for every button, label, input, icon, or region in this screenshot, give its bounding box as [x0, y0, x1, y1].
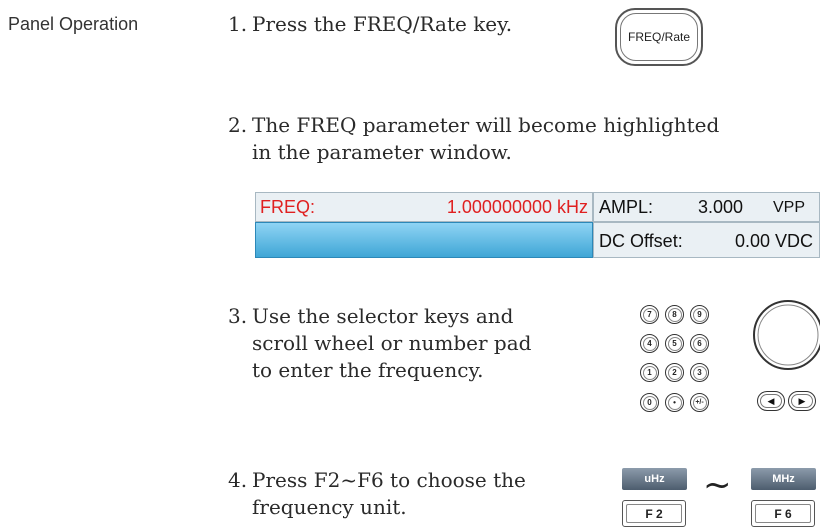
- step-number: 2.: [228, 113, 248, 137]
- f6-key[interactable]: F 6: [751, 500, 815, 527]
- step-4: 4. Press F2~F6 to choose the frequency un…: [228, 467, 526, 521]
- dc-offset-label: DC Offset:: [599, 231, 683, 251]
- ampl-value: 3.000: [698, 197, 744, 217]
- step-number: 3.: [228, 304, 248, 328]
- numpad-key-4[interactable]: 4: [640, 334, 659, 353]
- ampl-unit: VPP: [772, 199, 805, 216]
- numpad-key-0[interactable]: 0: [640, 393, 659, 412]
- number-pad: 7 8 9 4 5 6 1 2 3 0 • +/-: [640, 305, 710, 433]
- scroll-wheel[interactable]: [752, 299, 820, 371]
- f6-key-label: F 6: [755, 504, 811, 523]
- ampl-label: AMPL:: [599, 197, 654, 217]
- step-2: 2. The FREQ parameter will become highlig…: [228, 112, 719, 166]
- step-1: 1. Press the FREQ/Rate key.: [228, 11, 512, 38]
- section-label: Panel Operation: [8, 14, 139, 34]
- freq-label: FREQ:: [260, 197, 316, 217]
- step-text-line-2: scroll wheel or number pad: [252, 331, 532, 355]
- unit-label-uhz: uHz: [622, 468, 687, 490]
- step-number: 1.: [228, 12, 248, 36]
- left-arrow-icon: ◀: [760, 394, 782, 408]
- numpad-key-2[interactable]: 2: [665, 363, 684, 382]
- ampl-parameter[interactable]: AMPL: 3.000 VPP: [593, 192, 820, 222]
- freq-value: 1.000000000 kHz: [446, 197, 588, 217]
- step-text-line-2: in the parameter window.: [252, 140, 512, 164]
- step-number: 4.: [228, 468, 248, 492]
- left-arrow-key[interactable]: ◀: [757, 391, 785, 411]
- right-arrow-key[interactable]: ▶: [788, 391, 816, 411]
- numpad-key-8[interactable]: 8: [665, 305, 684, 324]
- step-text-line-1: The FREQ parameter will become highlight…: [252, 113, 720, 137]
- step-text: Press the FREQ/Rate key.: [252, 12, 513, 36]
- numpad-key-plus-minus[interactable]: +/-: [690, 393, 709, 412]
- numpad-key-6[interactable]: 6: [690, 334, 709, 353]
- step-text-line-3: to enter the frequency.: [252, 358, 484, 382]
- numpad-key-3[interactable]: 3: [690, 363, 709, 382]
- parameter-window: FREQ: 1.000000000 kHz AMPL: 3.000 VPP DC…: [255, 192, 820, 258]
- freq-rate-key[interactable]: FREQ/Rate: [615, 8, 703, 66]
- numpad-key-9[interactable]: 9: [690, 305, 709, 324]
- numpad-key-5[interactable]: 5: [665, 334, 684, 353]
- scroll-wheel-icon: [753, 300, 820, 370]
- dc-offset-value: 0.00 VDC: [734, 231, 813, 251]
- right-arrow-icon: ▶: [791, 394, 813, 408]
- f2-key[interactable]: F 2: [622, 500, 686, 527]
- range-tilde: ~: [703, 465, 732, 505]
- step-text-line-2: frequency unit.: [252, 495, 407, 519]
- numpad-key-1[interactable]: 1: [640, 363, 659, 382]
- step-text-line-1: Press F2~F6 to choose the: [252, 468, 526, 492]
- step-3: 3. Use the selector keys and scroll wheel…: [228, 303, 531, 384]
- f2-key-label: F 2: [626, 504, 682, 523]
- step-text-line-1: Use the selector keys and: [252, 304, 514, 328]
- freq-parameter[interactable]: FREQ: 1.000000000 kHz: [255, 192, 593, 222]
- numpad-key-decimal[interactable]: •: [665, 393, 684, 412]
- selected-parameter-bar: [255, 222, 593, 258]
- dc-offset-parameter[interactable]: DC Offset: 0.00 VDC: [593, 222, 820, 258]
- unit-label-mhz: MHz: [751, 468, 816, 490]
- freq-rate-key-label: FREQ/Rate: [620, 13, 698, 61]
- numpad-key-7[interactable]: 7: [640, 305, 659, 324]
